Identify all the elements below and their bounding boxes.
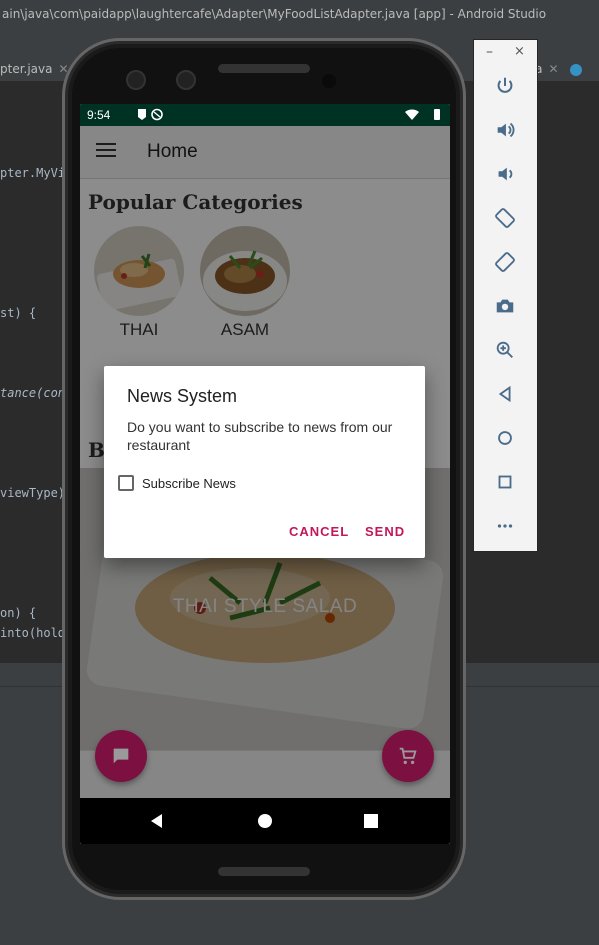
camera-icon[interactable] <box>491 292 519 320</box>
wifi-battery-icon <box>405 109 440 120</box>
volume-up-icon[interactable] <box>491 116 519 144</box>
nav-home-icon[interactable] <box>254 810 276 832</box>
rotate-right-icon[interactable] <box>491 248 519 276</box>
system-nav-bar <box>80 798 450 844</box>
code-line: on) { <box>0 606 37 620</box>
front-sensor <box>176 70 196 90</box>
minimize-icon[interactable]: – <box>486 44 493 60</box>
code-line: st) { <box>0 306 37 320</box>
send-button[interactable]: SEND <box>365 524 405 539</box>
close-icon[interactable]: ✕ <box>548 62 558 76</box>
notification-icons <box>136 108 164 124</box>
nav-overview-icon[interactable] <box>360 810 382 832</box>
kotlin-icon <box>570 63 583 76</box>
cancel-button[interactable]: CANCEL <box>289 524 349 539</box>
more-icon[interactable] <box>491 512 519 540</box>
nav-back-icon[interactable] <box>146 810 168 832</box>
cart-icon <box>399 747 417 765</box>
subscribe-checkbox-label[interactable]: Subscribe News <box>142 476 236 491</box>
overview-icon[interactable] <box>491 468 519 496</box>
news-dialog: News System Do you want to subscribe to … <box>104 366 425 558</box>
emulator-toolbar-header: – × <box>474 40 537 66</box>
emulator-toolbar: – × <box>473 39 538 552</box>
dialog-title: News System <box>127 386 238 406</box>
cart-button[interactable] <box>382 730 434 782</box>
tab-label: pter.java <box>0 62 53 76</box>
zoom-icon[interactable] <box>491 336 519 364</box>
back-icon[interactable] <box>491 380 519 408</box>
home-icon[interactable] <box>491 424 519 452</box>
subscribe-checkbox[interactable] <box>118 475 134 491</box>
play-protect-icon <box>138 108 163 121</box>
phone-screen: 9:54 Home Popular Categories THAI ASAM B… <box>80 104 450 844</box>
tab-adapter[interactable]: pter.java ✕ <box>0 56 69 82</box>
status-bar: 9:54 <box>80 104 450 126</box>
proximity-sensor <box>322 74 336 88</box>
code-line: viewType) <box>0 486 66 500</box>
bottom-speaker <box>218 867 310 876</box>
chat-icon <box>113 748 129 764</box>
dialog-message: Do you want to subscribe to news from ou… <box>127 419 393 453</box>
chat-button[interactable] <box>95 730 147 782</box>
top-speaker <box>218 64 310 73</box>
volume-down-icon[interactable] <box>491 160 519 188</box>
ide-window-title: ain\java\com\paidapp\laughtercafe\Adapte… <box>0 0 599 28</box>
power-icon[interactable] <box>491 72 519 100</box>
front-camera <box>126 70 146 90</box>
system-icons <box>404 108 444 124</box>
rotate-left-icon[interactable] <box>491 204 519 232</box>
status-time: 9:54 <box>87 108 111 122</box>
close-icon[interactable]: × <box>514 44 525 59</box>
